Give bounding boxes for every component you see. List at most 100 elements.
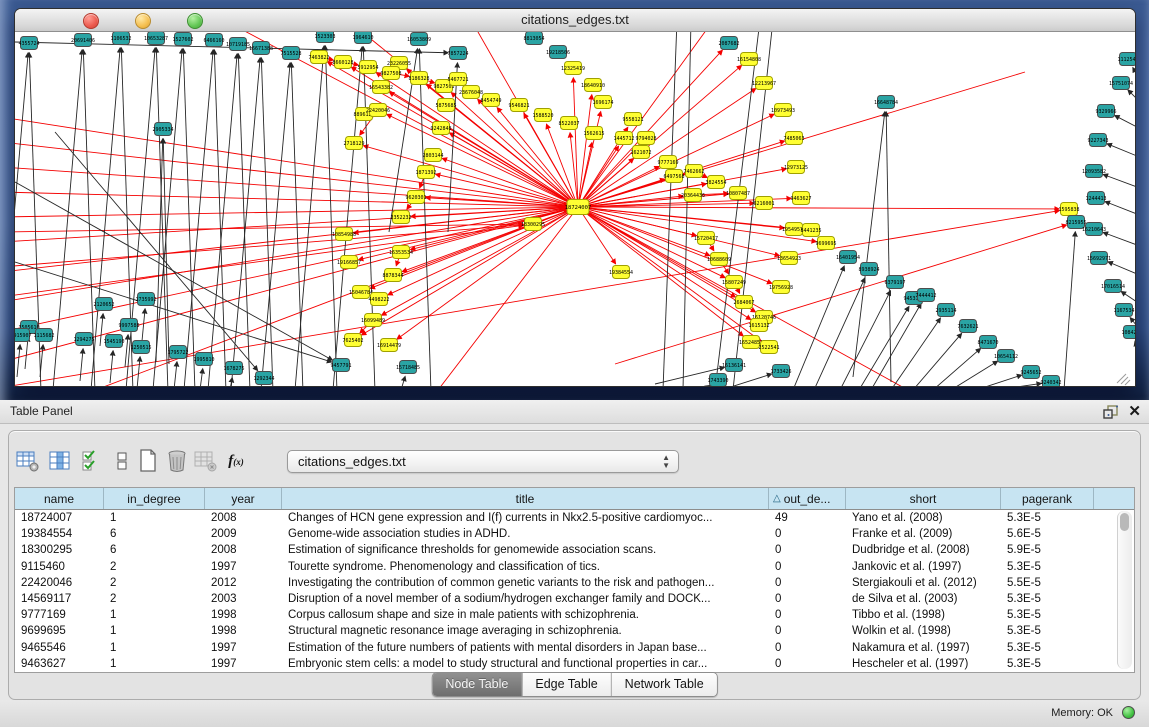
table-row[interactable]: 969969511998Structural magnetic resonanc…: [15, 623, 1134, 639]
create-table-icon[interactable]: [135, 449, 161, 473]
edge: [125, 335, 128, 367]
table-row[interactable]: 1872400712008Changes of HCN gene express…: [15, 510, 1134, 526]
node-label: 6497568: [663, 174, 684, 180]
canvas-resize-grip[interactable]: [1117, 374, 1130, 385]
tab-node-table[interactable]: Node Table: [432, 673, 522, 696]
edge: [1121, 292, 1135, 302]
table-panel: Table Panel ✕: [0, 400, 1149, 727]
cytoscape-desktop: citations_edges.txt 18300295193845544355…: [0, 0, 1149, 400]
table-row[interactable]: 977716911998Corpus callosum shape and si…: [15, 607, 1134, 623]
edge: [1115, 116, 1135, 127]
node-label: 7463822: [308, 55, 329, 61]
table-row[interactable]: 946554611997Estimation of the future num…: [15, 640, 1134, 656]
node-label: 7625402: [342, 338, 363, 344]
edge: [363, 47, 375, 386]
node-label: 1621072: [630, 150, 651, 156]
node-label: 9997588: [118, 323, 139, 329]
edge: [184, 50, 213, 386]
node-label: 16648784: [874, 100, 898, 106]
node-label: 15718485: [396, 365, 420, 371]
edge: [1130, 318, 1135, 326]
close-panel-icon[interactable]: ✕: [1128, 404, 1141, 419]
column-header-in_degree[interactable]: in_degree: [104, 488, 205, 509]
node-label: 12973125: [784, 165, 808, 171]
delete-table-icon[interactable]: [164, 449, 190, 473]
edge: [913, 334, 961, 386]
node-label: 16671388: [249, 46, 273, 52]
node-label: 10807487: [726, 191, 750, 197]
column-header-pagerank[interactable]: pagerank: [1001, 488, 1094, 509]
edge: [814, 278, 865, 386]
column-header-name[interactable]: name: [15, 488, 104, 509]
node-label: 9699695: [815, 241, 836, 247]
column-header-title[interactable]: title: [282, 488, 769, 509]
column-header-year[interactable]: year: [205, 488, 282, 509]
node-label: 1678275: [223, 366, 244, 372]
select-attributes-icon[interactable]: [78, 449, 104, 473]
table-row[interactable]: 2242004622012Investigating the contribut…: [15, 575, 1134, 591]
table-selector-value: citations_edges.txt: [298, 454, 406, 469]
edge: [1103, 174, 1135, 187]
table-row[interactable]: 1456911722003Disruption of a novel membe…: [15, 591, 1134, 607]
node-label: 8660128: [332, 60, 353, 66]
node-label: 1743390: [707, 378, 728, 384]
node-label: 8454749: [480, 98, 501, 104]
node-label: 1696174: [592, 100, 613, 106]
node-label: 2120652: [93, 302, 114, 308]
sort-ascending-icon: △: [773, 493, 781, 504]
column-visibility-icon[interactable]: [47, 449, 73, 473]
node-label: 9329966: [1095, 109, 1116, 115]
table-options-icon[interactable]: [15, 449, 41, 473]
table-row[interactable]: 911546021997Tourette syndrome. Phenomeno…: [15, 559, 1134, 575]
node-label: 19166857: [337, 260, 361, 266]
network-canvas[interactable]: 1830029519384554435572420691406110653210…: [15, 32, 1135, 386]
edge: [214, 50, 226, 386]
table-vertical-scrollbar[interactable]: [1117, 511, 1132, 669]
node-label: 2352232: [390, 215, 411, 221]
row-height-icon[interactable]: [109, 449, 135, 473]
table-row[interactable]: 1830029562008Estimation of significance …: [15, 542, 1134, 558]
node-label: 10654112: [994, 354, 1018, 360]
node-label: 3824554: [705, 180, 726, 186]
edge: [401, 377, 405, 386]
function-builder-icon[interactable]: f(x): [223, 449, 249, 473]
edge: [683, 32, 691, 386]
node-label: 9240342: [1040, 380, 1061, 386]
column-header-out_de[interactable]: △out_de...: [769, 488, 846, 509]
node-label: 20691406: [71, 38, 95, 44]
node-label: 1084211: [1121, 330, 1135, 336]
node-label: 1250515: [130, 345, 151, 351]
tab-network-table[interactable]: Network Table: [612, 673, 717, 696]
edge: [1108, 262, 1135, 274]
node-label: 20364436: [681, 193, 705, 199]
table-selector-dropdown[interactable]: citations_edges.txt ▲▼: [287, 450, 679, 473]
table-panel-body: f(x) citations_edges.txt ▲▼ namein_degre…: [8, 430, 1141, 700]
network-window-titlebar[interactable]: citations_edges.txt: [15, 9, 1135, 32]
memory-status-label: Memory: OK: [1051, 707, 1113, 719]
node-label: 8878344: [382, 273, 403, 279]
scrollbar-thumb[interactable]: [1120, 513, 1129, 531]
edge: [951, 361, 997, 386]
float-panel-icon[interactable]: [1103, 405, 1119, 419]
node-label: 4498222: [368, 297, 389, 303]
node-label: 2087682: [718, 41, 739, 47]
node-label: 9620301: [405, 195, 426, 201]
node-label: 6216001: [753, 201, 774, 207]
node-label: 16136141: [722, 363, 746, 369]
table-panel-header[interactable]: Table Panel ✕: [0, 400, 1149, 424]
tab-edge-table[interactable]: Edge Table: [522, 673, 611, 696]
status-bar: Memory: OK: [0, 700, 1149, 727]
node-label: 18724007: [565, 205, 592, 211]
node-label: 9242848: [430, 126, 451, 132]
attribute-table: namein_degreeyeartitle△out_de...shortpag…: [14, 487, 1135, 673]
node-label: 8938924: [858, 267, 879, 273]
edge: [142, 309, 145, 341]
table-row[interactable]: 1938455462009Genome-wide association stu…: [15, 526, 1134, 542]
node-label: 2935114: [935, 308, 956, 314]
edge: [137, 357, 140, 386]
node-label: 1167534: [1113, 308, 1134, 314]
node-label: 8813054: [523, 36, 544, 42]
column-header-short[interactable]: short: [846, 488, 1001, 509]
table-row[interactable]: 946362711997Embryonic stem cells: a mode…: [15, 656, 1134, 672]
edge: [578, 207, 710, 256]
